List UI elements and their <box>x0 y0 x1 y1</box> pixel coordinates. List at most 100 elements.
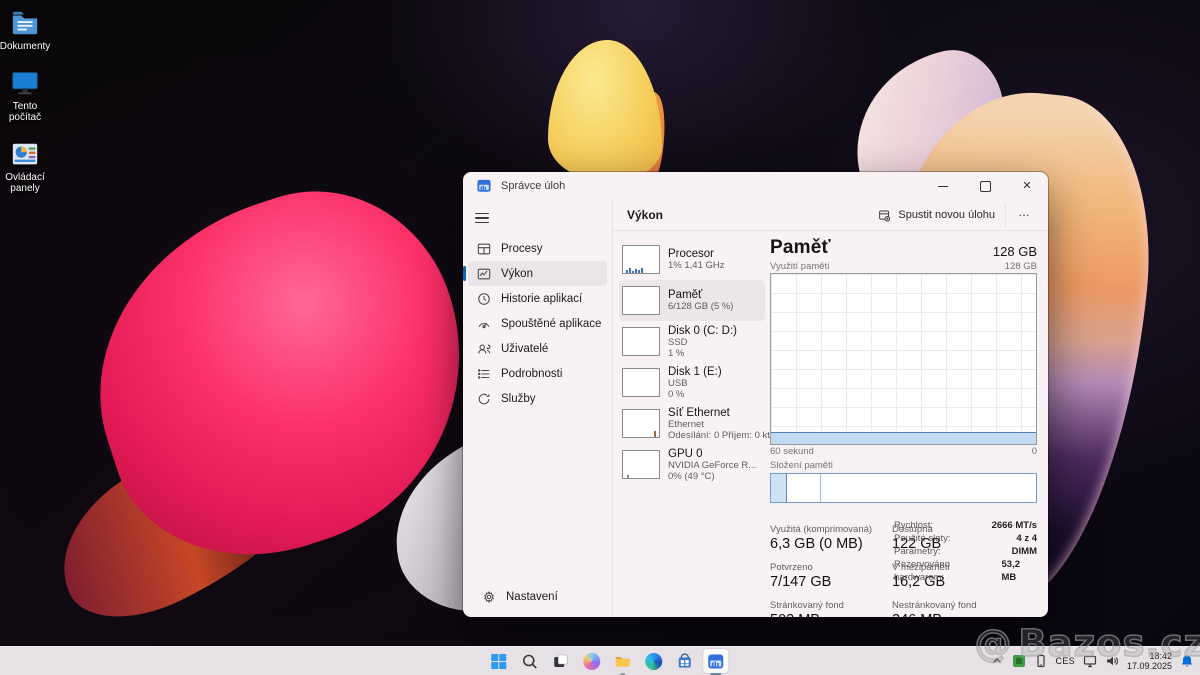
minimize-icon <box>938 186 948 187</box>
window-title: Správce úloh <box>501 180 565 192</box>
graph-scale-max: 128 GB <box>1005 261 1037 272</box>
task-view-button[interactable] <box>548 649 573 673</box>
memory-hardware-info: Rychlost:2666 MT/s Použité sloty:4 z 4 P… <box>894 519 1037 584</box>
content-area: Výkon Spustit novou úlohu … <box>613 200 1048 617</box>
desktop-icon-label: Dokumenty <box>0 41 50 52</box>
sidebar-item-services[interactable]: Služby <box>468 386 607 411</box>
stat-label: Využitá (komprimovaná) <box>770 524 878 535</box>
memory-usage-label: Využití paměti <box>770 261 829 272</box>
search-button[interactable] <box>517 649 542 673</box>
services-icon <box>477 392 491 406</box>
maximize-button[interactable] <box>964 172 1006 200</box>
sidebar-item-app-history[interactable]: Historie aplikací <box>468 286 607 311</box>
this-pc-monitor-icon <box>10 68 40 98</box>
start-button[interactable] <box>486 649 511 673</box>
composition-in-use-segment <box>771 474 787 502</box>
sidebar-item-label: Podrobnosti <box>501 368 562 380</box>
desktop-icon-this-pc[interactable]: Tento počítač <box>2 68 48 123</box>
title-bar: Správce úloh ✕ <box>463 172 1048 200</box>
perf-item-memory[interactable]: Paměť6/128 GB (5 %) <box>619 280 765 321</box>
graph-scale-min: 0 <box>1032 446 1037 457</box>
stat-value: 6,3 GB (0 MB) <box>770 536 878 552</box>
memory-capacity: 128 GB <box>993 244 1037 259</box>
sidebar-item-performance[interactable]: Výkon <box>468 261 607 286</box>
details-icon <box>477 367 491 381</box>
memory-composition-bar <box>770 473 1037 503</box>
desktop-icon-label: Tento počítač <box>2 101 48 123</box>
hamburger-menu-button[interactable] <box>475 206 503 230</box>
performance-icon <box>477 267 491 281</box>
bazos-watermark: @Bazos.cz <box>974 622 1200 665</box>
memory-usage-graph <box>770 273 1037 445</box>
file-explorer-button[interactable] <box>610 649 635 673</box>
desktop-icon-label: Ovládací panely <box>2 172 48 194</box>
search-icon <box>521 653 538 670</box>
sidebar-item-label: Procesy <box>501 243 543 255</box>
task-manager-app-icon <box>477 179 491 193</box>
stat-label: Potvrzeno <box>770 562 878 573</box>
copilot-icon <box>583 653 600 670</box>
edge-button[interactable] <box>641 649 666 673</box>
more-options-button[interactable]: … <box>1005 203 1042 227</box>
disk0-thumbnail-graph <box>622 327 660 356</box>
watermark-text: Bazos.cz <box>1018 622 1200 665</box>
stat-value: 346 MB <box>892 612 1000 617</box>
performance-list: Procesor1% 1,41 GHz Paměť6/128 GB (5 %) … <box>613 231 767 617</box>
stat-label: Stránkovaný fond <box>770 600 878 611</box>
control-panel-icon <box>10 139 40 169</box>
sidebar-item-label: Uživatelé <box>501 343 548 355</box>
gear-icon <box>482 590 496 604</box>
edge-icon <box>645 653 662 670</box>
cpu-thumbnail-graph <box>622 245 660 274</box>
memory-title: Paměť <box>770 237 831 259</box>
desktop: Dokumenty Tento počítač Ovládací panely <box>0 0 1200 675</box>
stat-label: Nestránkovaný fond <box>892 600 1000 611</box>
perf-item-ethernet[interactable]: Síť EthernetEthernetOdesílání: 0 Příjem:… <box>619 403 765 444</box>
sidebar-item-label: Spouštěné aplikace <box>501 318 601 330</box>
perf-item-cpu[interactable]: Procesor1% 1,41 GHz <box>619 239 765 280</box>
desktop-icon-documents[interactable]: Dokumenty <box>2 8 48 52</box>
sidebar-item-processes[interactable]: Procesy <box>468 236 607 261</box>
sidebar-item-users[interactable]: Uživatelé <box>468 336 607 361</box>
disk1-thumbnail-graph <box>622 368 660 397</box>
memory-usage-area <box>771 432 1036 445</box>
processes-icon <box>477 242 491 256</box>
ethernet-thumbnail-graph <box>622 409 660 438</box>
sidebar: Procesy Výkon Historie aplikací Spouštěn… <box>463 200 613 617</box>
watermark-at-symbol: @ <box>974 622 1012 665</box>
app-history-icon <box>477 292 491 306</box>
sidebar-item-label: Historie aplikací <box>501 293 582 305</box>
desktop-icon-control-panel[interactable]: Ovládací panely <box>2 139 48 194</box>
stat-value: 502 MB <box>770 612 878 617</box>
sidebar-item-settings[interactable]: Nastavení <box>473 584 602 609</box>
minimize-button[interactable] <box>922 172 964 200</box>
store-button[interactable] <box>672 649 697 673</box>
composition-modified-segment <box>787 474 821 502</box>
windows-start-icon <box>490 653 507 670</box>
startup-apps-icon <box>477 317 491 331</box>
stat-value: 7/147 GB <box>770 574 878 590</box>
task-manager-taskbar-button[interactable] <box>703 649 728 673</box>
sidebar-item-label: Nastavení <box>506 591 558 603</box>
close-button[interactable]: ✕ <box>1006 172 1048 200</box>
run-new-task-label: Spustit novou úlohu <box>898 209 995 221</box>
perf-item-gpu[interactable]: GPU 0NVIDIA GeForce R...0% (49 °C) <box>619 444 765 485</box>
users-icon <box>477 342 491 356</box>
task-view-icon <box>552 653 569 670</box>
perf-item-disk0[interactable]: Disk 0 (C: D:)SSD1 % <box>619 321 765 362</box>
run-new-task-icon <box>878 209 891 222</box>
sidebar-item-label: Výkon <box>501 268 533 280</box>
run-new-task-button[interactable]: Spustit novou úlohu <box>868 205 1005 226</box>
memory-thumbnail-graph <box>622 286 660 315</box>
copilot-button[interactable] <box>579 649 604 673</box>
task-manager-window: Správce úloh ✕ Procesy Výkon <box>463 172 1048 617</box>
file-explorer-icon <box>614 653 631 670</box>
sidebar-item-details[interactable]: Podrobnosti <box>468 361 607 386</box>
memory-detail-panel: Paměť 128 GB Využití paměti 128 GB 60 se… <box>767 231 1048 617</box>
store-icon <box>676 653 693 670</box>
page-title: Výkon <box>627 208 663 222</box>
sidebar-item-startup-apps[interactable]: Spouštěné aplikace <box>468 311 607 336</box>
perf-item-disk1[interactable]: Disk 1 (E:)USB0 % <box>619 362 765 403</box>
memory-composition-label: Složení paměti <box>770 460 1037 471</box>
gpu-thumbnail-graph <box>622 450 660 479</box>
